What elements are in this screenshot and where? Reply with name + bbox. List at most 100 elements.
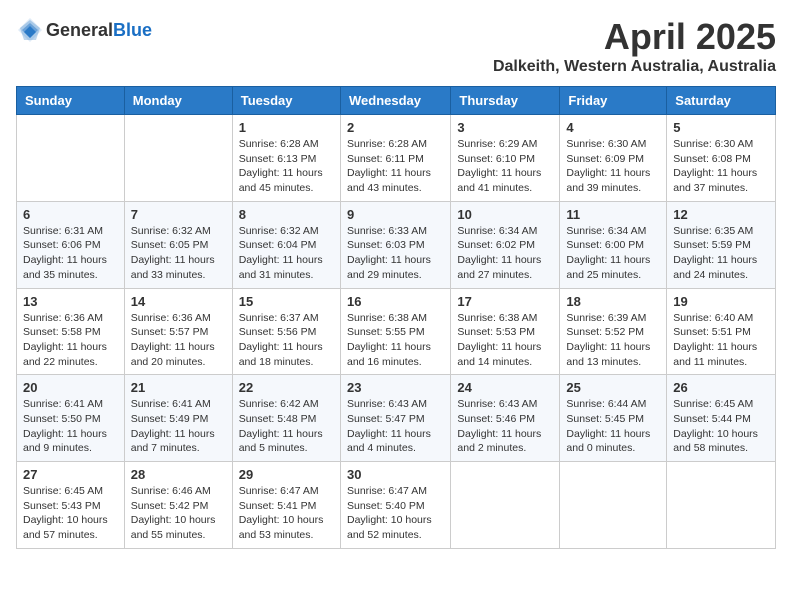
day-info: Sunrise: 6:45 AMSunset: 5:43 PMDaylight:… <box>23 484 118 543</box>
logo: GeneralBlue <box>16 16 152 44</box>
calendar-cell: 1Sunrise: 6:28 AMSunset: 6:13 PMDaylight… <box>232 115 340 202</box>
day-info: Sunrise: 6:45 AMSunset: 5:44 PMDaylight:… <box>673 397 769 456</box>
calendar-cell: 8 Sunrise: 6:32 AMSunset: 6:04 PMDaylight… <box>232 201 340 288</box>
day-header-sunday: Sunday <box>17 87 125 115</box>
day-number: 11 <box>566 207 660 222</box>
day-number: 12 <box>673 207 769 222</box>
day-number: 19 <box>673 294 769 309</box>
calendar-cell <box>17 115 125 202</box>
calendar-cell: 29Sunrise: 6:47 AMSunset: 5:41 PMDayligh… <box>232 462 340 549</box>
calendar-cell: 5 Sunrise: 6:30 AMSunset: 6:08 PMDaylight… <box>667 115 776 202</box>
day-number: 26 <box>673 380 769 395</box>
page-header: GeneralBlue April 2025 Dalkeith, Western… <box>16 16 776 76</box>
logo-icon <box>16 16 44 44</box>
calendar-cell: 24Sunrise: 6:43 AMSunset: 5:46 PMDayligh… <box>451 375 560 462</box>
day-header-monday: Monday <box>124 87 232 115</box>
day-info: Sunrise: 6:28 AMSunset: 6:11 PMDaylight:… <box>347 137 444 196</box>
day-number: 8 <box>239 207 334 222</box>
calendar-cell <box>667 462 776 549</box>
day-info: Sunrise: 6:42 AMSunset: 5:48 PMDaylight:… <box>239 397 334 456</box>
calendar-cell: 6 Sunrise: 6:31 AMSunset: 6:06 PMDaylight… <box>17 201 125 288</box>
day-info: Sunrise: 6:38 AMSunset: 5:55 PMDaylight:… <box>347 311 444 370</box>
calendar-cell: 23 Sunrise: 6:43 AMSunset: 5:47 PMDayligh… <box>340 375 450 462</box>
day-info: Sunrise: 6:33 AMSunset: 6:03 PMDaylight:… <box>347 224 444 283</box>
day-info: Sunrise: 6:30 AMSunset: 6:09 PMDaylight:… <box>566 137 660 196</box>
calendar-cell: 9 Sunrise: 6:33 AMSunset: 6:03 PMDaylight… <box>340 201 450 288</box>
day-number: 23 <box>347 380 444 395</box>
day-number: 22 <box>239 380 334 395</box>
day-number: 30 <box>347 467 444 482</box>
calendar-cell: 10Sunrise: 6:34 AMSunset: 6:02 PMDayligh… <box>451 201 560 288</box>
day-number: 7 <box>131 207 226 222</box>
logo-text: GeneralBlue <box>46 20 152 41</box>
day-header-friday: Friday <box>560 87 667 115</box>
location-title: Dalkeith, Western Australia, Australia <box>493 58 776 76</box>
calendar-week-3: 13 Sunrise: 6:36 AMSunset: 5:58 PMDayligh… <box>17 288 776 375</box>
calendar-cell <box>451 462 560 549</box>
calendar-cell: 12 Sunrise: 6:35 AMSunset: 5:59 PMDayligh… <box>667 201 776 288</box>
calendar-cell: 14 Sunrise: 6:36 AMSunset: 5:57 PMDayligh… <box>124 288 232 375</box>
day-number: 25 <box>566 380 660 395</box>
day-info: Sunrise: 6:44 AMSunset: 5:45 PMDaylight:… <box>566 397 660 456</box>
day-number: 6 <box>23 207 118 222</box>
calendar-cell: 17 Sunrise: 6:38 AMSunset: 5:53 PMDayligh… <box>451 288 560 375</box>
calendar-cell: 20Sunrise: 6:41 AMSunset: 5:50 PMDayligh… <box>17 375 125 462</box>
day-info: Sunrise: 6:35 AMSunset: 5:59 PMDaylight:… <box>673 224 769 283</box>
day-header-thursday: Thursday <box>451 87 560 115</box>
day-number: 13 <box>23 294 118 309</box>
day-info: Sunrise: 6:47 AMSunset: 5:40 PMDaylight:… <box>347 484 444 543</box>
day-info: Sunrise: 6:32 AMSunset: 6:04 PMDaylight:… <box>239 224 334 283</box>
day-info: Sunrise: 6:40 AMSunset: 5:51 PMDaylight:… <box>673 311 769 370</box>
calendar-table: SundayMondayTuesdayWednesdayThursdayFrid… <box>16 86 776 549</box>
day-info: Sunrise: 6:36 AMSunset: 5:57 PMDaylight:… <box>131 311 226 370</box>
logo-blue: Blue <box>113 20 152 40</box>
day-info: Sunrise: 6:43 AMSunset: 5:46 PMDaylight:… <box>457 397 553 456</box>
calendar-week-2: 6 Sunrise: 6:31 AMSunset: 6:06 PMDaylight… <box>17 201 776 288</box>
calendar-cell: 22 Sunrise: 6:42 AMSunset: 5:48 PMDayligh… <box>232 375 340 462</box>
day-number: 14 <box>131 294 226 309</box>
day-number: 4 <box>566 120 660 135</box>
day-number: 28 <box>131 467 226 482</box>
day-number: 2 <box>347 120 444 135</box>
day-info: Sunrise: 6:39 AMSunset: 5:52 PMDaylight:… <box>566 311 660 370</box>
calendar-cell: 13 Sunrise: 6:36 AMSunset: 5:58 PMDayligh… <box>17 288 125 375</box>
calendar-cell: 4 Sunrise: 6:30 AMSunset: 6:09 PMDaylight… <box>560 115 667 202</box>
day-info: Sunrise: 6:30 AMSunset: 6:08 PMDaylight:… <box>673 137 769 196</box>
day-number: 5 <box>673 120 769 135</box>
calendar-cell: 7Sunrise: 6:32 AMSunset: 6:05 PMDaylight… <box>124 201 232 288</box>
day-number: 16 <box>347 294 444 309</box>
calendar-cell: 28Sunrise: 6:46 AMSunset: 5:42 PMDayligh… <box>124 462 232 549</box>
day-number: 17 <box>457 294 553 309</box>
title-block: April 2025 Dalkeith, Western Australia, … <box>493 16 776 76</box>
logo-general: General <box>46 20 113 40</box>
day-info: Sunrise: 6:29 AMSunset: 6:10 PMDaylight:… <box>457 137 553 196</box>
calendar-cell: 19 Sunrise: 6:40 AMSunset: 5:51 PMDayligh… <box>667 288 776 375</box>
calendar-cell <box>560 462 667 549</box>
day-info: Sunrise: 6:41 AMSunset: 5:49 PMDaylight:… <box>131 397 226 456</box>
day-number: 21 <box>131 380 226 395</box>
day-number: 9 <box>347 207 444 222</box>
calendar-cell: 2 Sunrise: 6:28 AMSunset: 6:11 PMDaylight… <box>340 115 450 202</box>
day-info: Sunrise: 6:43 AMSunset: 5:47 PMDaylight:… <box>347 397 444 456</box>
day-info: Sunrise: 6:36 AMSunset: 5:58 PMDaylight:… <box>23 311 118 370</box>
day-info: Sunrise: 6:37 AMSunset: 5:56 PMDaylight:… <box>239 311 334 370</box>
calendar-cell: 18 Sunrise: 6:39 AMSunset: 5:52 PMDayligh… <box>560 288 667 375</box>
calendar-cell: 16 Sunrise: 6:38 AMSunset: 5:55 PMDayligh… <box>340 288 450 375</box>
day-number: 27 <box>23 467 118 482</box>
day-info: Sunrise: 6:28 AMSunset: 6:13 PMDaylight:… <box>239 137 334 196</box>
calendar-cell: 11Sunrise: 6:34 AMSunset: 6:00 PMDayligh… <box>560 201 667 288</box>
day-number: 18 <box>566 294 660 309</box>
day-info: Sunrise: 6:31 AMSunset: 6:06 PMDaylight:… <box>23 224 118 283</box>
month-title: April 2025 <box>493 16 776 58</box>
day-info: Sunrise: 6:34 AMSunset: 6:02 PMDaylight:… <box>457 224 553 283</box>
day-number: 29 <box>239 467 334 482</box>
day-number: 20 <box>23 380 118 395</box>
day-header-tuesday: Tuesday <box>232 87 340 115</box>
day-header-wednesday: Wednesday <box>340 87 450 115</box>
calendar-cell: 3Sunrise: 6:29 AMSunset: 6:10 PMDaylight… <box>451 115 560 202</box>
day-header-saturday: Saturday <box>667 87 776 115</box>
calendar-week-4: 20Sunrise: 6:41 AMSunset: 5:50 PMDayligh… <box>17 375 776 462</box>
calendar-header-row: SundayMondayTuesdayWednesdayThursdayFrid… <box>17 87 776 115</box>
day-info: Sunrise: 6:38 AMSunset: 5:53 PMDaylight:… <box>457 311 553 370</box>
calendar-cell: 15Sunrise: 6:37 AMSunset: 5:56 PMDayligh… <box>232 288 340 375</box>
